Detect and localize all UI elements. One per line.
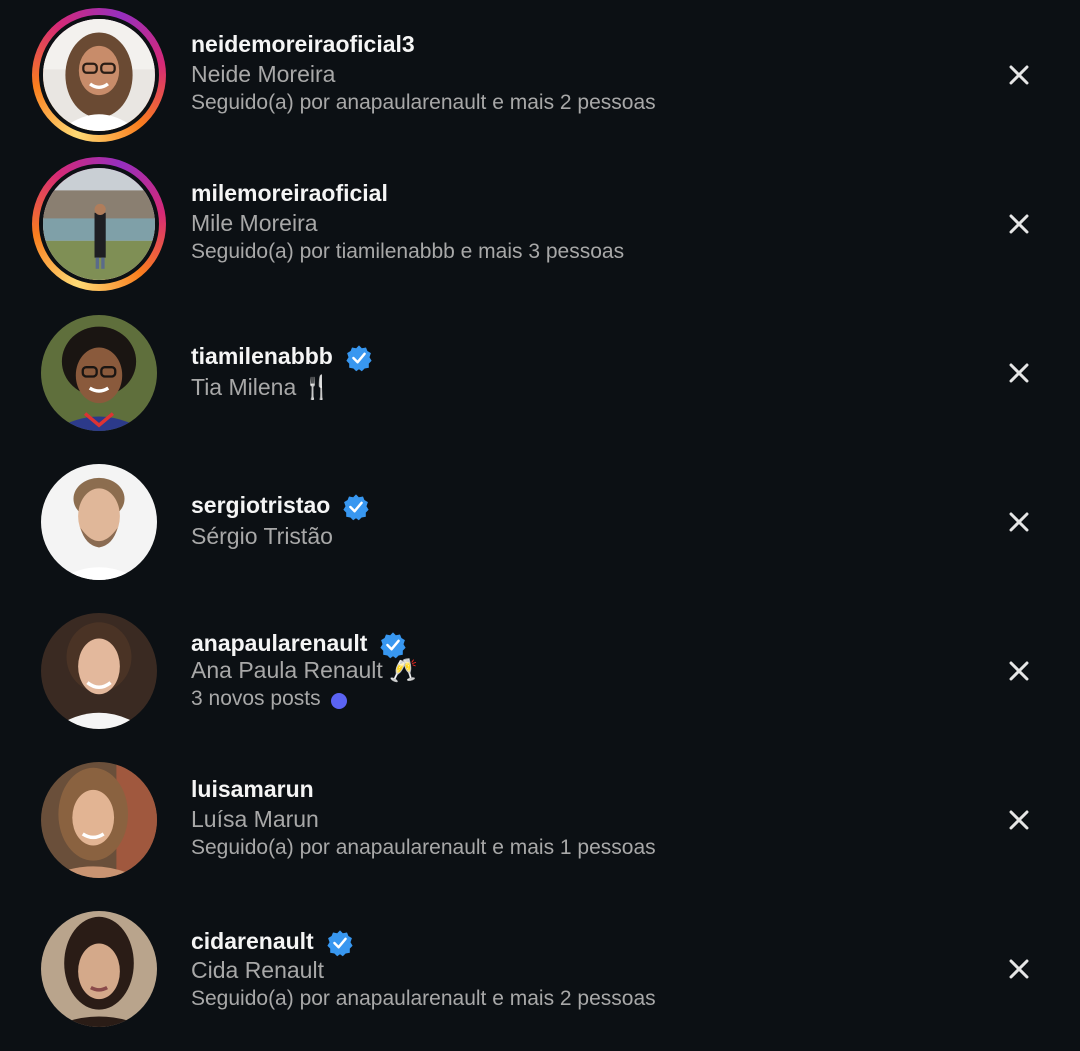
suggestion-row-tiamilenabbb[interactable]: tiamilenabbb Tia Milena 🍴 (0, 298, 1080, 447)
suggestion-row-sergiotristao[interactable]: sergiotristao Sérgio Tristão (0, 447, 1080, 596)
mutual-followers-text: Seguido(a) por anapaularenault e mais 2 … (191, 987, 656, 1011)
close-icon (1009, 214, 1029, 234)
mutual-followers-label: Seguido(a) por anapaularenault e mais 2 … (191, 987, 656, 1010)
full-name: Neide Moreira (191, 61, 336, 87)
suggestion-row-milemoreiraoficial[interactable]: milemoreiraoficial Mile Moreira Seguido(… (0, 149, 1080, 298)
avatar (39, 164, 159, 284)
avatar-wrapper[interactable] (32, 306, 166, 440)
username[interactable]: cidarenault (191, 928, 314, 955)
mutual-followers-label: Seguido(a) por tiamilenabbb e mais 3 pes… (191, 240, 625, 263)
username[interactable]: anapaularenault (191, 630, 367, 657)
username[interactable]: neidemoreiraoficial3 (191, 31, 415, 58)
avatar (41, 315, 157, 431)
suggestion-row-anapaularenault[interactable]: anapaularenault Ana Paula Renault 🥂 3 no… (0, 596, 1080, 745)
mutual-followers-text: Seguido(a) por anapaularenault e mais 2 … (191, 91, 656, 115)
avatar-wrapper[interactable] (32, 604, 166, 738)
full-name: Mile Moreira (191, 210, 318, 236)
dismiss-button[interactable] (1004, 209, 1034, 239)
dismiss-button[interactable] (1004, 954, 1034, 984)
username[interactable]: tiamilenabbb (191, 343, 333, 370)
mutual-followers-text: Seguido(a) por tiamilenabbb e mais 3 pes… (191, 240, 624, 264)
close-icon (1009, 65, 1029, 85)
mutual-followers-label: Seguido(a) por anapaularenault e mais 2 … (191, 91, 656, 114)
dismiss-button[interactable] (1004, 60, 1034, 90)
story-ring[interactable] (32, 157, 166, 291)
avatar (39, 15, 159, 135)
close-icon (1009, 363, 1029, 383)
suggestion-row-cidarenault[interactable]: cidarenault Cida Renault Seguido(a) por … (0, 894, 1080, 1043)
avatar (41, 613, 157, 729)
verified-badge-icon (380, 632, 406, 659)
close-icon (1009, 810, 1029, 830)
full-name: Tia Milena 🍴 (191, 374, 332, 400)
verified-badge-icon (346, 345, 372, 372)
username[interactable]: sergiotristao (191, 492, 330, 519)
mutual-followers-text: Seguido(a) por anapaularenault e mais 1 … (191, 836, 656, 860)
new-posts-label: 3 novos posts (191, 687, 321, 710)
full-name: Ana Paula Renault 🥂 (191, 657, 418, 683)
full-name: Luísa Marun (191, 806, 319, 832)
avatar (41, 911, 157, 1027)
avatar-wrapper[interactable] (32, 902, 166, 1036)
verified-badge-icon (343, 494, 369, 521)
verified-badge-icon (327, 930, 353, 957)
avatar-wrapper[interactable] (32, 455, 166, 589)
username[interactable]: luisamarun (191, 776, 314, 803)
suggestion-row-luisamarun[interactable]: luisamarun Luísa Marun Seguido(a) por an… (0, 745, 1080, 894)
avatar (41, 464, 157, 580)
close-icon (1009, 512, 1029, 532)
story-ring[interactable] (32, 8, 166, 142)
mutual-followers-label: Seguido(a) por anapaularenault e mais 1 … (191, 836, 656, 859)
suggestion-row-neidemoreiraoficial3[interactable]: neidemoreiraoficial3 Neide Moreira Segui… (0, 0, 1080, 149)
username[interactable]: milemoreiraoficial (191, 180, 388, 207)
full-name: Sérgio Tristão (191, 523, 333, 549)
new-posts-text: 3 novos posts (191, 687, 347, 711)
dismiss-button[interactable] (1004, 805, 1034, 835)
unread-dot-icon (330, 692, 347, 709)
full-name: Cida Renault (191, 957, 324, 983)
avatar-wrapper[interactable] (32, 753, 166, 887)
avatar (41, 762, 157, 878)
dismiss-button[interactable] (1004, 507, 1034, 537)
dismiss-button[interactable] (1004, 656, 1034, 686)
close-icon (1009, 959, 1029, 979)
close-icon (1009, 661, 1029, 681)
dismiss-button[interactable] (1004, 358, 1034, 388)
